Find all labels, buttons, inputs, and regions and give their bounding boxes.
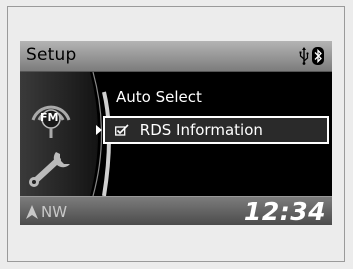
header-bar: Setup: [20, 41, 332, 72]
menu-item-auto-select[interactable]: Auto Select: [116, 84, 202, 110]
menu-item-rds-information[interactable]: RDS Information: [96, 116, 329, 144]
wrench-icon: [29, 152, 70, 187]
menu-item-label: RDS Information: [139, 121, 263, 139]
checkbox-checked-icon[interactable]: [115, 123, 129, 136]
source-badge: FM: [40, 111, 59, 124]
menu-item-label: Auto Select: [116, 88, 202, 106]
footer-bar: NW 12:34: [20, 196, 332, 225]
compass-arrow-icon: [26, 205, 38, 219]
compass-heading: NW: [41, 203, 68, 221]
display-screen: Setup FM Auto Select RDS Information NW …: [20, 41, 332, 225]
clock: 12:34: [243, 197, 326, 225]
page-title: Setup: [26, 45, 77, 65]
bluetooth-icon: [312, 47, 324, 65]
status-icons: [299, 47, 324, 65]
selection-arrow-icon: [96, 125, 102, 135]
compass: NW: [26, 203, 67, 221]
usb-icon: [299, 47, 309, 65]
menu-area: FM Auto Select RDS Information: [20, 72, 332, 196]
